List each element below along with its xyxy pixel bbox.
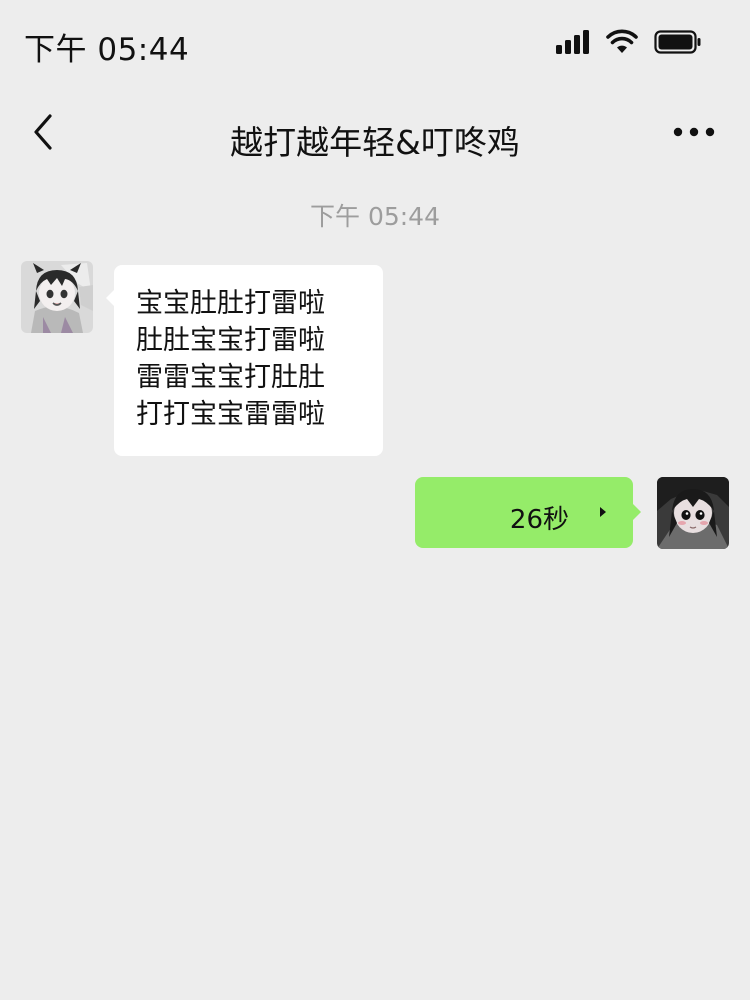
incoming-message-bubble[interactable]: 宝宝肚肚打雷啦 肚肚宝宝打雷啦 雷雷宝宝打肚肚 打打宝宝雷雷啦	[106, 265, 383, 456]
message-line: 雷雷宝宝打肚肚	[136, 362, 325, 393]
user-avatar[interactable]	[657, 477, 729, 549]
avatar-image	[657, 477, 729, 549]
chat-title: 越打越年轻&叮咚鸡	[230, 123, 520, 162]
contact-avatar[interactable]	[21, 261, 93, 333]
signal-icon	[556, 30, 589, 54]
message-line: 打打宝宝雷雷啦	[136, 399, 325, 430]
voice-duration: 26秒	[509, 505, 569, 535]
battery-icon	[654, 30, 701, 54]
voice-wave-icon	[600, 507, 606, 517]
message-line: 肚肚宝宝打雷啦	[136, 325, 325, 356]
wifi-icon	[606, 29, 638, 53]
more-button[interactable]	[672, 116, 720, 148]
status-time: 下午 05:44	[24, 32, 190, 68]
avatar-image	[21, 261, 93, 333]
status-bar: 下午 05:44	[0, 0, 750, 88]
voice-message-bubble[interactable]: 26秒	[415, 477, 641, 548]
message-timestamp: 下午 05:44	[310, 202, 440, 231]
chat-screen: 下午 05:44 越打越年轻&叮咚鸡 下午 05:44 宝宝肚肚打雷啦 肚肚宝宝…	[0, 0, 750, 1000]
nav-bar: 越打越年轻&叮咚鸡	[0, 88, 750, 180]
more-dots-icon	[673, 127, 715, 137]
message-text: 宝宝肚肚打雷啦 肚肚宝宝打雷啦 雷雷宝宝打肚肚 打打宝宝雷雷啦	[136, 285, 371, 433]
message-line: 宝宝肚肚打雷啦	[136, 288, 325, 319]
